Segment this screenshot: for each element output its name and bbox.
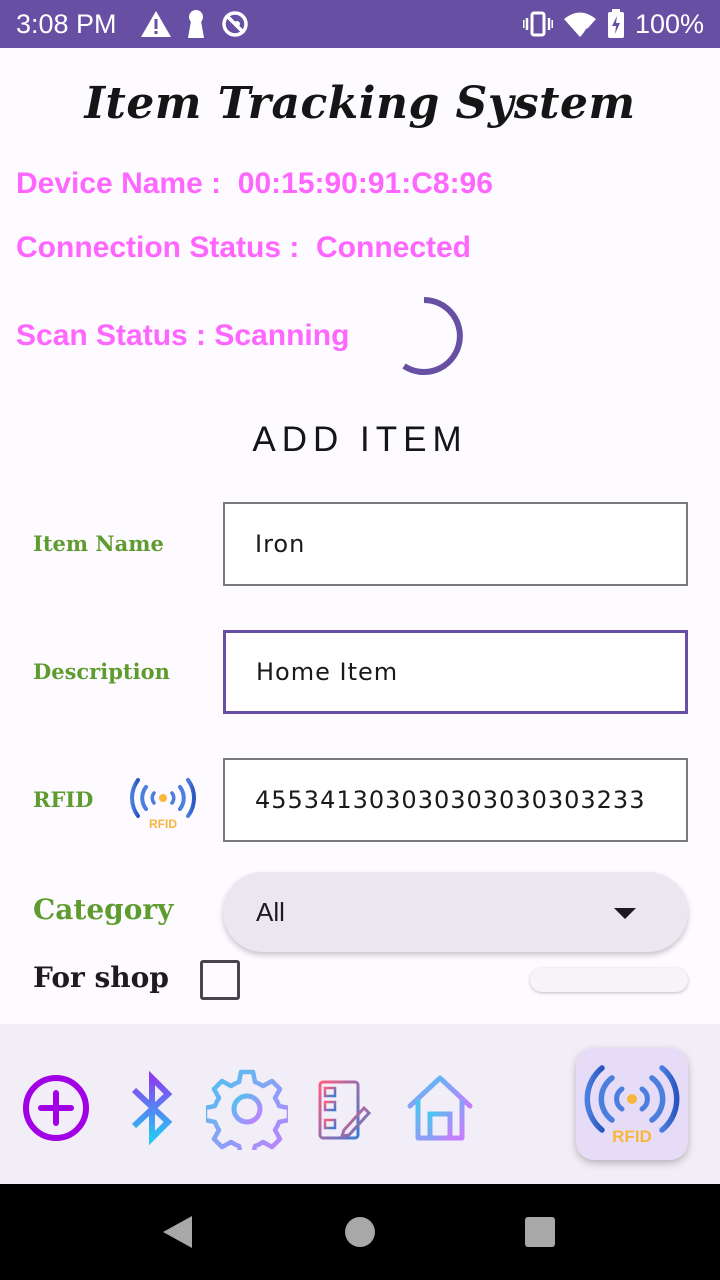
- rfid-scan-icon-text: RFID: [612, 1127, 652, 1146]
- battery-percent: 100%: [634, 8, 704, 39]
- connection-status-text: Connection Status : Connected: [16, 231, 472, 264]
- save-button[interactable]: [530, 968, 688, 992]
- sync-off-icon: [222, 11, 248, 37]
- category-label: Category: [33, 893, 174, 926]
- item-name-input[interactable]: Iron: [223, 502, 688, 586]
- status-time: 3:08 PM: [16, 9, 117, 39]
- svg-text:4: 4: [583, 27, 590, 38]
- home-nav-icon[interactable]: [345, 1217, 375, 1247]
- status-bar: 3:08 PM 4 100%: [0, 0, 720, 48]
- category-dropdown[interactable]: All: [223, 872, 688, 952]
- home-icon[interactable]: [406, 1074, 474, 1142]
- dropdown-arrow-icon: [614, 908, 636, 919]
- rfid-input[interactable]: 455341303030303030303233: [223, 758, 688, 842]
- vibrate-icon: [522, 11, 553, 37]
- category-selected-value: All: [256, 897, 285, 927]
- rfid-icon: RFID: [130, 778, 196, 830]
- bluetooth-icon[interactable]: [128, 1070, 176, 1146]
- warning-icon: [141, 11, 171, 37]
- description-input[interactable]: Home Item: [223, 630, 688, 714]
- report-icon[interactable]: [316, 1076, 372, 1142]
- rfid-icon-text: RFID: [149, 817, 177, 830]
- battery-icon: [607, 9, 624, 38]
- add-icon[interactable]: [22, 1074, 90, 1142]
- back-icon[interactable]: [163, 1216, 192, 1248]
- for-shop-checkbox[interactable]: [200, 960, 240, 1000]
- for-shop-label: For shop: [33, 961, 169, 994]
- settings-icon[interactable]: [206, 1068, 288, 1150]
- rfid-scan-button[interactable]: RFID: [576, 1048, 688, 1160]
- add-item-heading: ADD ITEM: [252, 420, 468, 459]
- scan-status-text: Scan Status : Scanning: [16, 319, 350, 352]
- description-label: Description: [33, 659, 170, 684]
- page-title: Item Tracking System: [84, 78, 636, 129]
- scanning-spinner: [402, 297, 463, 375]
- recents-icon[interactable]: [525, 1217, 555, 1247]
- rfid-label: RFID: [33, 787, 94, 812]
- rfid-scan-icon: RFID: [584, 1065, 680, 1146]
- keyhole-icon: [188, 10, 204, 38]
- device-name-text: Device Name : 00:15:90:91:C8:96: [16, 167, 493, 200]
- item-name-label: Item Name: [33, 531, 164, 556]
- wifi-icon: 4: [563, 12, 596, 38]
